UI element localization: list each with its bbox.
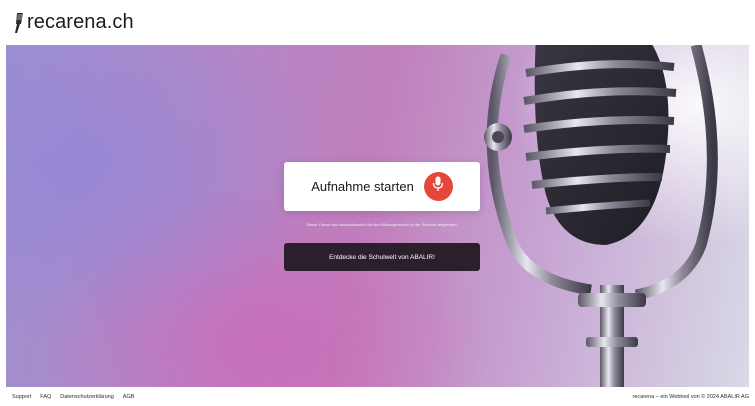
footer-link-agb[interactable]: AGB — [123, 394, 135, 400]
microphone-icon — [432, 176, 444, 197]
hero-section: Aufnahme starten Dieser Dienst wird auss… — [6, 45, 749, 387]
footer-links: Support FAQ Datenschutzerklärung AGB — [12, 394, 143, 400]
brand-name: recarena.ch — [27, 11, 134, 33]
footer: Support FAQ Datenschutzerklärung AGB rec… — [0, 387, 755, 406]
discover-schulwelt-button[interactable]: Entdecke die Schulwelt von ABALIR! — [284, 243, 480, 271]
footer-credit: recarena – ein Webtool von © 2024 ABALIR… — [632, 393, 749, 400]
service-note: Dieser Dienst wird ausschliesslich für d… — [306, 222, 458, 227]
microphone-icon — [12, 12, 24, 34]
record-button[interactable] — [423, 172, 453, 201]
record-start-label: Aufnahme starten — [311, 179, 414, 194]
footer-link-faq[interactable]: FAQ — [40, 394, 51, 400]
microphone-illustration — [484, 45, 718, 387]
logo[interactable]: recarena.ch — [12, 11, 134, 34]
footer-link-privacy[interactable]: Datenschutzerklärung — [60, 394, 114, 400]
header: recarena.ch — [0, 0, 755, 45]
record-card[interactable]: Aufnahme starten — [284, 162, 480, 211]
footer-link-support[interactable]: Support — [12, 394, 31, 400]
